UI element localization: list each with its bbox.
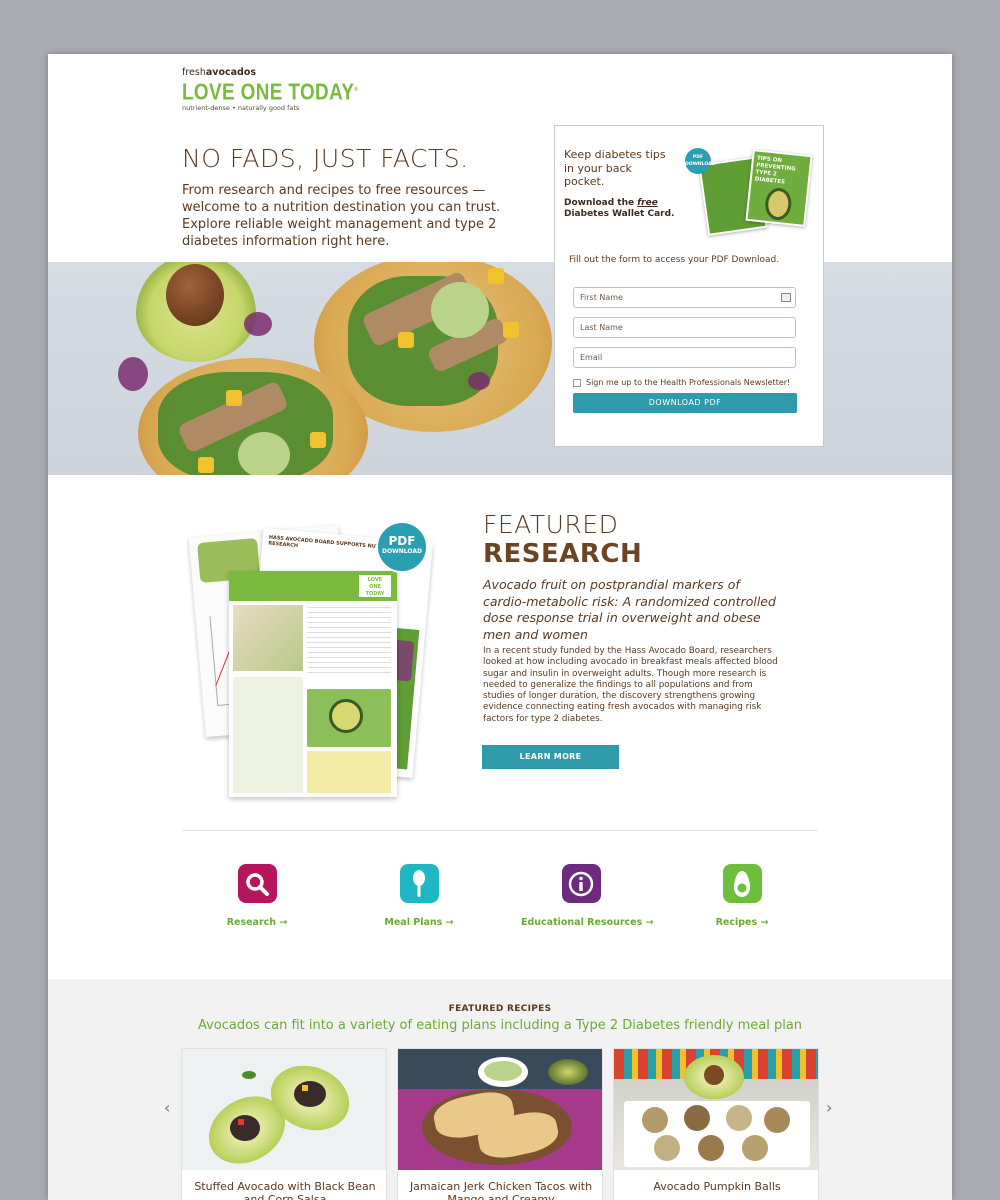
hero-title: NO FADS, JUST FACTS. [182, 144, 469, 173]
logo[interactable]: freshavocados LOVE ONE TODAY® nutrient-d… [182, 67, 359, 113]
logo-tagline: nutrient-dense • naturally good fats [182, 103, 300, 112]
recipe-card-jerk-chicken-tacos[interactable]: Jamaican Jerk Chicken Tacos with Mango a… [397, 1048, 603, 1200]
newsletter-signup: Sign me up to the Health Professionals N… [573, 378, 790, 387]
spoon-icon [399, 864, 439, 903]
newsletter-label: Sign me up to the Health Professionals N… [586, 378, 791, 387]
featured-recipes-subheading: Avocados can fit into a variety of eatin… [197, 1018, 803, 1033]
magnifier-icon [237, 864, 277, 903]
featured-recipes-heading: FEATURED RECIPES [448, 1004, 552, 1014]
last-name-field[interactable]: Last Name [573, 317, 796, 338]
avocado-icon [722, 864, 762, 903]
research-study-title: Avocado fruit on postprandial markers of… [483, 577, 776, 642]
featured-research-title-light: FEATURED [483, 510, 619, 539]
page: freshavocados LOVE ONE TODAY® nutrient-d… [48, 54, 952, 1200]
info-icon [561, 864, 601, 903]
first-name-placeholder: First Name [580, 293, 623, 302]
logo-love-one-today: LOVE ONE TODAY® [182, 78, 359, 105]
email-placeholder: Email [580, 353, 603, 362]
recipe-title: Jamaican Jerk Chicken Tacos with Mango a… [409, 1180, 593, 1200]
pdf-download-badge: PDF DOWNLOAD [685, 148, 716, 174]
research-summary: In a recent study funded by the Hass Avo… [483, 646, 778, 724]
pdf-download-badge-large: PDF DOWNLOAD [376, 521, 428, 573]
learn-more-button[interactable]: LEARN MORE [482, 745, 619, 769]
carousel-next-arrow[interactable]: › [826, 1098, 832, 1117]
wallet-card-image: TIPS ON PREVENTING TYPE 2 DIABETES PDF D… [683, 148, 813, 238]
recipe-image [182, 1049, 386, 1170]
featured-recipes-section: FEATURED RECIPES Avocados can fit into a… [48, 979, 952, 1200]
wallet-card-title: TIPS ON PREVENTING TYPE 2 DIABETES [754, 155, 796, 186]
category-recipes-label: Recipes → [715, 917, 769, 928]
category-research-label: Research → [226, 917, 288, 928]
category-educational-resources-label: Educational Resources → [521, 917, 654, 928]
wallet-promo-text: Keep diabetes tips in your back pocket. [564, 148, 666, 188]
contact-card-icon [781, 293, 791, 302]
last-name-placeholder: Last Name [580, 323, 623, 332]
category-meal-plans-label: Meal Plans → [384, 917, 454, 928]
research-pdf-preview[interactable]: HASS AVOCADO BOARD SUPPORTS NUTRITION RE… [185, 519, 435, 799]
first-name-field[interactable]: First Name [573, 287, 796, 308]
recipe-title: Stuffed Avocado with Black Bean and Corn… [194, 1180, 376, 1200]
category-meal-plans[interactable]: Meal Plans → [359, 864, 479, 928]
form-instructions: Fill out the form to access your PDF Dow… [569, 255, 780, 265]
download-pdf-button[interactable]: DOWNLOAD PDF [573, 393, 797, 413]
hero-description: From research and recipes to free resour… [182, 183, 501, 249]
carousel-prev-arrow[interactable]: ‹ [164, 1098, 170, 1117]
recipe-image [614, 1049, 818, 1170]
email-field[interactable]: Email [573, 347, 796, 368]
wallet-card-form: Keep diabetes tips in your back pocket. … [554, 125, 824, 447]
category-educational-resources[interactable]: Educational Resources → [521, 864, 654, 928]
section-divider [182, 830, 818, 831]
recipe-card-stuffed-avocado[interactable]: Stuffed Avocado with Black Bean and Corn… [181, 1048, 387, 1200]
newsletter-checkbox[interactable] [573, 378, 581, 387]
recipe-title: Avocado Pumpkin Balls [653, 1180, 781, 1193]
logo-fresh: freshavocados [182, 67, 257, 78]
recipe-image [398, 1049, 602, 1170]
category-research[interactable]: Research → [197, 864, 317, 928]
featured-research-title-bold: RESEARCH [483, 539, 643, 569]
wallet-download-text: Download the free Diabetes Wallet Card. [564, 198, 675, 219]
recipe-card-avocado-pumpkin-balls[interactable]: Avocado Pumpkin Balls [613, 1048, 819, 1200]
category-recipes[interactable]: Recipes → [682, 864, 802, 928]
